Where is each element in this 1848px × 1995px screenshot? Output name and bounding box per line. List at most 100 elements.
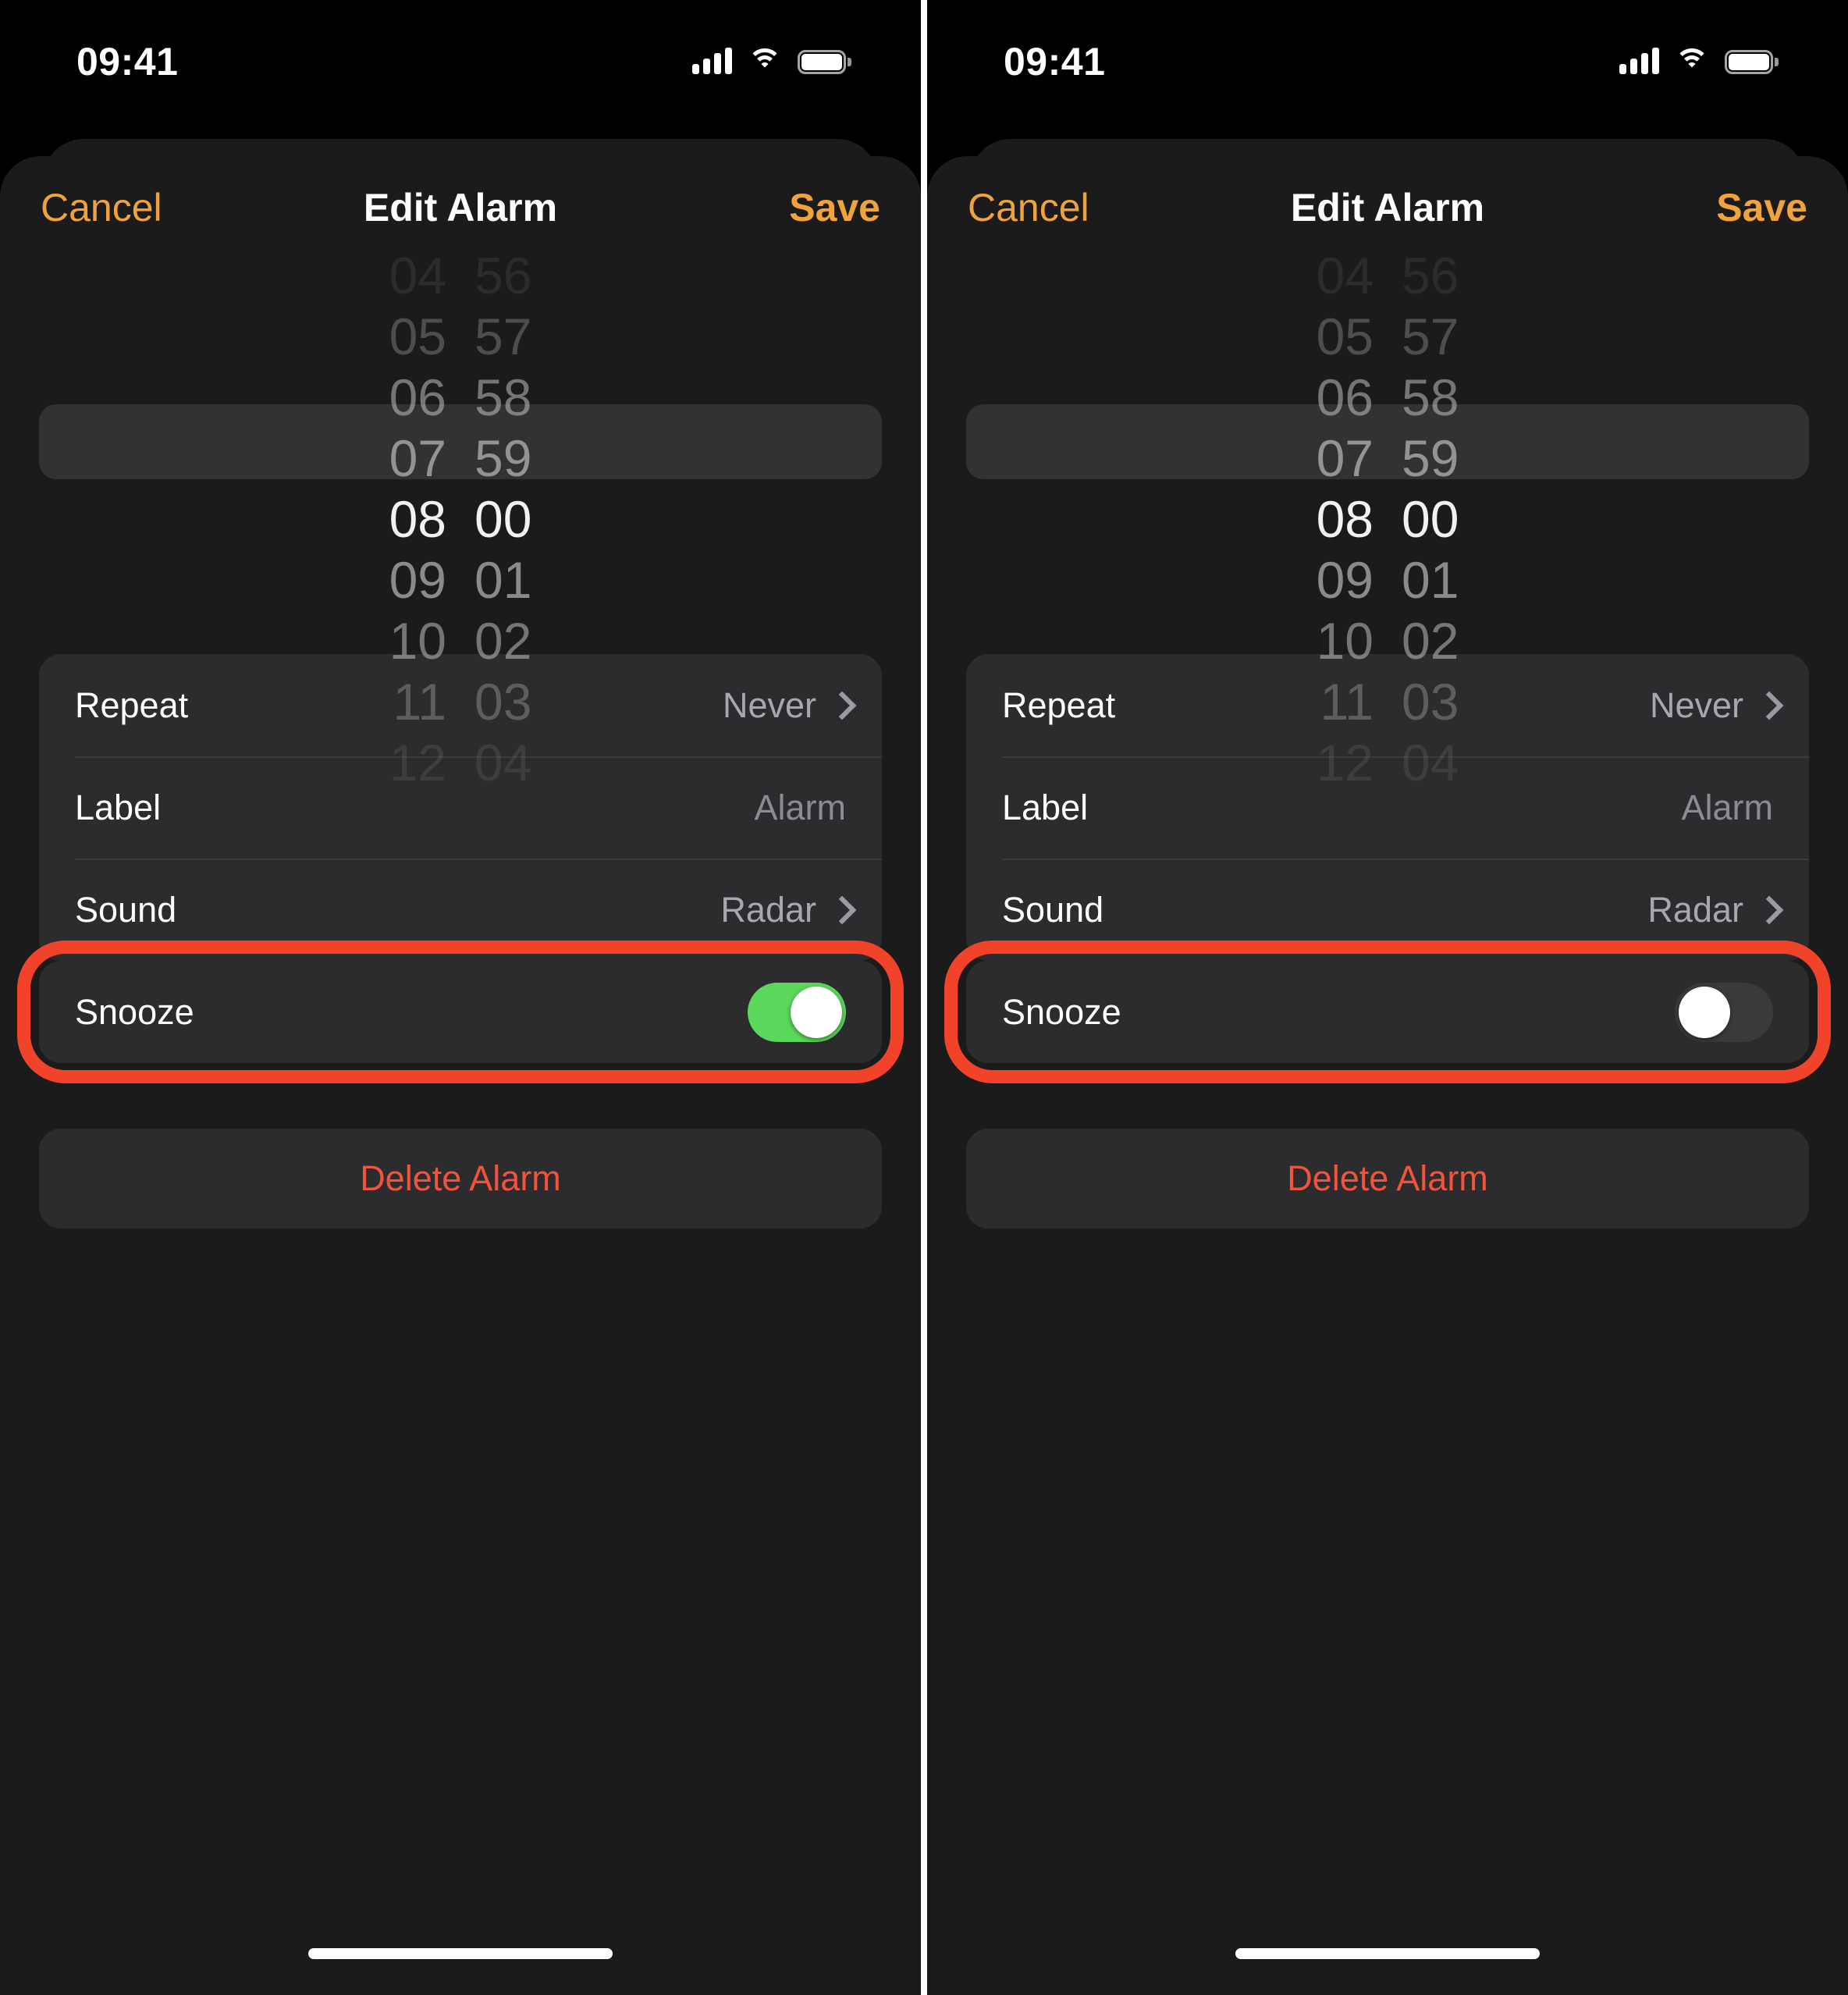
picker-item-selected-minute[interactable]: 00 <box>1388 489 1519 549</box>
picker-item[interactable]: 04 <box>460 732 592 793</box>
picker-item[interactable]: 02 <box>460 610 592 671</box>
status-bar-icons <box>1619 43 1779 74</box>
picker-column-hours[interactable]: 04 05 06 07 08 09 10 11 12 <box>329 247 460 791</box>
picker-item[interactable]: 58 <box>460 367 592 428</box>
picker-item[interactable]: 05 <box>1256 306 1388 367</box>
sheet-navigation-bar: Cancel Edit Alarm Save <box>0 156 921 259</box>
time-picker[interactable]: 04 05 06 07 08 09 10 11 12 56 57 58 59 0… <box>0 247 921 791</box>
picker-item[interactable]: 10 <box>1256 610 1388 671</box>
picker-item[interactable]: 05 <box>329 306 460 367</box>
home-indicator[interactable] <box>308 1948 613 1959</box>
chevron-right-icon <box>1759 898 1773 923</box>
save-button[interactable]: Save <box>1716 188 1807 227</box>
picker-item[interactable]: 57 <box>1388 306 1519 367</box>
cellular-signal-icon <box>692 48 732 74</box>
picker-item[interactable]: 56 <box>1388 245 1519 306</box>
settings-row-label-text: Label <box>75 787 162 827</box>
picker-item[interactable]: 07 <box>329 428 460 489</box>
picker-item[interactable]: 03 <box>460 671 592 732</box>
picker-item[interactable]: 06 <box>1256 367 1388 428</box>
picker-column-hours[interactable]: 04 05 06 07 08 09 10 11 12 <box>1256 247 1388 791</box>
settings-row-label-text: Label <box>1002 787 1089 827</box>
status-bar: 09:41 <box>0 0 921 117</box>
picker-item[interactable]: 04 <box>1256 245 1388 306</box>
sheet-navigation-bar: Cancel Edit Alarm Save <box>927 156 1848 259</box>
picker-item[interactable]: 02 <box>1388 610 1519 671</box>
settings-row-value: Alarm <box>754 787 846 827</box>
picker-item[interactable]: 09 <box>1256 549 1388 610</box>
snooze-section: Snooze <box>944 941 1831 1083</box>
settings-row-value: Radar <box>1647 889 1743 930</box>
panel-divider <box>921 0 927 1995</box>
picker-item-selected-minute[interactable]: 00 <box>460 489 592 549</box>
time-picker[interactable]: 04 05 06 07 08 09 10 11 12 56 57 58 59 0… <box>927 247 1848 791</box>
wifi-icon <box>748 48 782 74</box>
picker-item-selected-hour[interactable]: 08 <box>1256 489 1388 549</box>
picker-item-selected-hour[interactable]: 08 <box>329 489 460 549</box>
picker-item[interactable]: 03 <box>1388 671 1519 732</box>
picker-item[interactable]: 01 <box>1388 549 1519 610</box>
picker-item[interactable]: 58 <box>1388 367 1519 428</box>
picker-item[interactable]: 57 <box>460 306 592 367</box>
picker-item[interactable]: 12 <box>329 732 460 793</box>
phone-panel-snooze-off: 09:41 Cancel Edit Alarm Save 04 05 06 07… <box>927 0 1848 1995</box>
picker-item[interactable]: 11 <box>329 671 460 732</box>
snooze-toggle[interactable] <box>748 982 846 1042</box>
settings-row-label: Repeat <box>75 685 189 725</box>
picker-column-minutes[interactable]: 56 57 58 59 00 01 02 03 04 <box>1388 247 1519 791</box>
delete-alarm-label: Delete Alarm <box>360 1158 561 1198</box>
picker-item[interactable]: 56 <box>460 245 592 306</box>
settings-row-label: Sound <box>1002 889 1104 930</box>
battery-full-icon <box>798 50 851 74</box>
chevron-right-icon <box>1759 693 1773 718</box>
toggle-knob <box>1679 986 1730 1038</box>
settings-row-value: Radar <box>720 889 816 930</box>
cancel-button[interactable]: Cancel <box>968 188 1089 227</box>
picker-item[interactable]: 06 <box>329 367 460 428</box>
settings-row-snooze[interactable]: Snooze <box>39 961 882 1063</box>
home-indicator[interactable] <box>1235 1948 1540 1959</box>
settings-row-value: Never <box>722 685 816 725</box>
settings-row-value: Never <box>1649 685 1743 725</box>
picker-item[interactable]: 59 <box>1388 428 1519 489</box>
delete-alarm-button[interactable]: Delete Alarm <box>966 1129 1809 1229</box>
snooze-toggle[interactable] <box>1675 982 1773 1042</box>
status-bar: 09:41 <box>927 0 1848 117</box>
picker-item[interactable]: 04 <box>329 245 460 306</box>
picker-item[interactable]: 59 <box>460 428 592 489</box>
picker-column-minutes[interactable]: 56 57 58 59 00 01 02 03 04 <box>460 247 592 791</box>
settings-row-sound[interactable]: Sound Radar <box>966 859 1809 961</box>
edit-alarm-sheet: Cancel Edit Alarm Save 04 05 06 07 08 09 <box>0 156 921 1995</box>
picker-item[interactable]: 10 <box>329 610 460 671</box>
status-bar-time: 09:41 <box>1004 40 1106 84</box>
screenshot-stage: 09:41 Cancel Edit Alarm Save 04 05 06 07… <box>0 0 1848 1995</box>
wifi-icon <box>1675 48 1709 74</box>
battery-full-icon <box>1725 50 1779 74</box>
picker-item[interactable]: 04 <box>1388 732 1519 793</box>
delete-alarm-label: Delete Alarm <box>1287 1158 1488 1198</box>
toggle-knob <box>791 986 842 1038</box>
settings-row-snooze[interactable]: Snooze <box>966 961 1809 1063</box>
save-button[interactable]: Save <box>789 188 880 227</box>
cellular-signal-icon <box>1619 48 1659 74</box>
picker-item[interactable]: 12 <box>1256 732 1388 793</box>
picker-item[interactable]: 07 <box>1256 428 1388 489</box>
snooze-label: Snooze <box>1002 991 1121 1032</box>
edit-alarm-sheet: Cancel Edit Alarm Save 04 05 06 07 08 09 <box>927 156 1848 1995</box>
snooze-section: Snooze <box>17 941 904 1083</box>
settings-row-label: Repeat <box>1002 685 1116 725</box>
snooze-label: Snooze <box>75 991 194 1032</box>
picker-item[interactable]: 01 <box>460 549 592 610</box>
status-bar-time: 09:41 <box>76 40 179 84</box>
picker-item[interactable]: 11 <box>1256 671 1388 732</box>
settings-row-sound[interactable]: Sound Radar <box>39 859 882 961</box>
settings-row-value: Alarm <box>1681 787 1773 827</box>
delete-alarm-button[interactable]: Delete Alarm <box>39 1129 882 1229</box>
picker-item[interactable]: 09 <box>329 549 460 610</box>
settings-row-label: Sound <box>75 889 177 930</box>
cancel-button[interactable]: Cancel <box>41 188 162 227</box>
status-bar-icons <box>692 43 851 74</box>
chevron-right-icon <box>832 693 846 718</box>
chevron-right-icon <box>832 898 846 923</box>
phone-panel-snooze-on: 09:41 Cancel Edit Alarm Save 04 05 06 07… <box>0 0 921 1995</box>
